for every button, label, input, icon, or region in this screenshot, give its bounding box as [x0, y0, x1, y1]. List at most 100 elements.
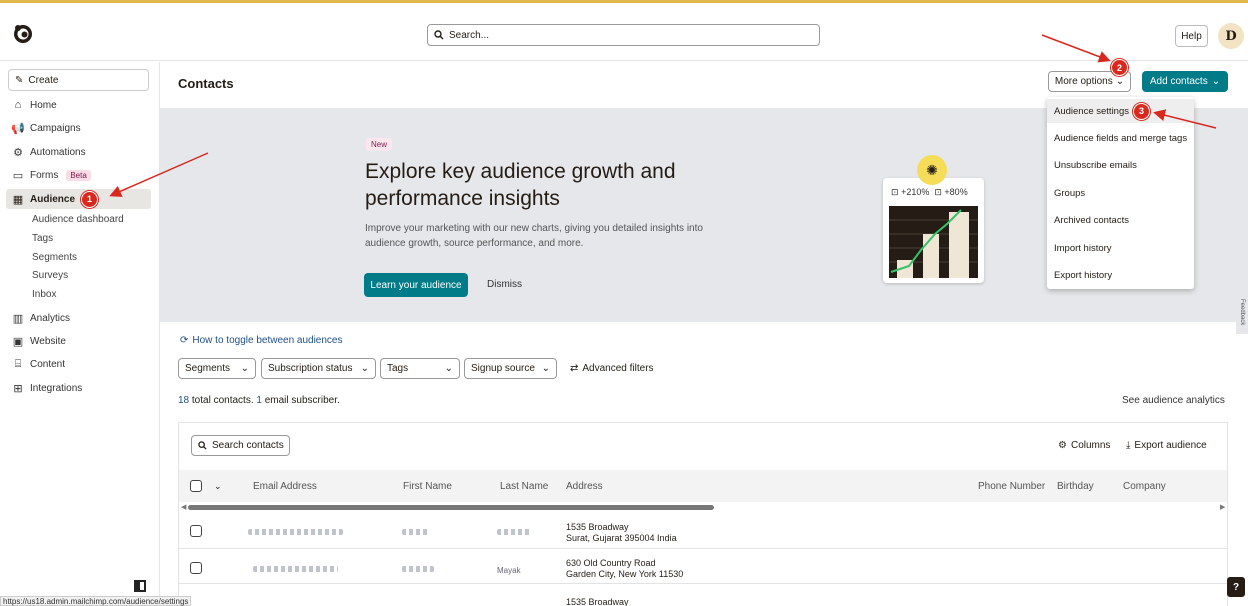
- sidebar-item-label: Audience: [30, 193, 76, 205]
- chevron-down-icon: ⌄: [444, 363, 453, 374]
- global-search-input[interactable]: Search...: [427, 24, 820, 46]
- columns-button[interactable]: ⚙ Columns: [1058, 440, 1110, 451]
- gear-icon: ⚙: [1058, 440, 1067, 451]
- feedback-tab[interactable]: Feedback: [1236, 290, 1248, 334]
- column-header-phone[interactable]: Phone Number: [978, 481, 1045, 492]
- signup-source-filter[interactable]: Signup source ⌄: [464, 358, 557, 379]
- menu-item-archived-contacts[interactable]: Archived contacts: [1047, 208, 1194, 232]
- address-line-2: Garden City, New York 11530: [566, 569, 684, 579]
- beta-badge: Beta: [66, 169, 91, 181]
- sidebar-item-label: Campaigns: [30, 122, 81, 134]
- filter-label: Subscription status: [268, 363, 353, 374]
- promo-stat-1: +210%: [901, 187, 930, 197]
- address-line-1: 630 Old Country Road: [566, 558, 656, 568]
- row-checkbox[interactable]: [190, 562, 202, 574]
- stat-icon: ⊡: [891, 187, 899, 197]
- column-header-first-name[interactable]: First Name: [403, 481, 452, 492]
- advanced-filters-label: Advanced filters: [582, 363, 654, 374]
- sidebar-item-content[interactable]: ⌸ Content: [6, 354, 151, 374]
- sidebar-subitem-inbox[interactable]: Inbox: [32, 289, 56, 300]
- new-pill: New: [366, 138, 393, 151]
- form-icon: ▭: [12, 169, 24, 182]
- growth-burst-icon: ✺: [917, 155, 947, 185]
- columns-label: Columns: [1070, 440, 1111, 451]
- sidebar-item-website[interactable]: ▣ Website: [6, 331, 151, 351]
- select-all-checkbox[interactable]: [190, 480, 202, 492]
- toggle-icon: ⟳: [180, 335, 189, 346]
- sidebar-item-forms[interactable]: ▭ Forms Beta: [6, 165, 151, 185]
- search-icon: [198, 441, 207, 450]
- toggle-audiences-link[interactable]: ⟳ How to toggle between audiences: [180, 335, 343, 346]
- create-button[interactable]: ✎ Create: [8, 69, 149, 91]
- pencil-icon: ✎: [15, 74, 24, 86]
- search-contacts-label: Search contacts: [212, 440, 284, 451]
- address-line-1: 1535 Broadway: [566, 597, 629, 606]
- chevron-down-icon: ⌄: [240, 363, 249, 374]
- sidebar-collapse-icon[interactable]: [134, 580, 146, 592]
- column-header-email[interactable]: Email Address: [253, 481, 317, 492]
- chevron-down-icon: ⌄: [541, 363, 550, 374]
- tags-filter[interactable]: Tags ⌄: [380, 358, 460, 379]
- menu-item-audience-fields[interactable]: Audience fields and merge tags: [1047, 126, 1194, 150]
- sidebar-subitem-tags[interactable]: Tags: [32, 233, 53, 244]
- see-audience-analytics-link[interactable]: See audience analytics: [1122, 395, 1225, 406]
- search-contacts-input[interactable]: Search contacts: [191, 435, 290, 456]
- sidebar-subitem-surveys[interactable]: Surveys: [32, 270, 68, 281]
- chevron-down-icon: ⌄: [1115, 76, 1125, 87]
- menu-item-export-history[interactable]: Export history: [1047, 263, 1194, 287]
- redacted-first-name: [402, 529, 430, 535]
- help-button[interactable]: Help: [1175, 25, 1208, 47]
- sidebar-subitem-segments[interactable]: Segments: [32, 252, 77, 263]
- help-question-button[interactable]: ?: [1227, 577, 1245, 597]
- menu-item-unsubscribe-emails[interactable]: Unsubscribe emails: [1047, 153, 1194, 177]
- menu-item-audience-settings[interactable]: Audience settings 3: [1047, 99, 1194, 123]
- top-bar: Search... Help D: [0, 3, 1248, 61]
- column-header-last-name[interactable]: Last Name: [500, 481, 548, 492]
- advanced-filters-button[interactable]: ⇄ Advanced filters: [570, 363, 654, 374]
- filter-label: Segments: [185, 363, 231, 374]
- swap-icon: ⇄: [570, 363, 579, 374]
- bar-chart-icon: ▥: [12, 312, 24, 325]
- sidebar-item-analytics[interactable]: ▥ Analytics: [6, 308, 151, 328]
- promo-stat-2: +80%: [944, 187, 968, 197]
- avatar[interactable]: D: [1218, 23, 1244, 49]
- more-options-label: More options: [1054, 76, 1113, 87]
- export-label: Export audience: [1134, 440, 1207, 451]
- segments-filter[interactable]: Segments ⌄: [178, 358, 256, 379]
- address-cell: 1535 Broadway: [566, 597, 629, 606]
- row-checkbox[interactable]: [190, 525, 202, 537]
- download-icon: ⤓: [1126, 440, 1131, 451]
- sidebar-item-integrations[interactable]: ⊞ Integrations: [6, 378, 151, 398]
- chevron-down-icon[interactable]: ⌄: [214, 481, 222, 492]
- horizontal-scrollbar[interactable]: [188, 505, 714, 510]
- sidebar-item-label: Analytics: [30, 312, 71, 324]
- menu-item-import-history[interactable]: Import history: [1047, 236, 1194, 260]
- menu-item-groups[interactable]: Groups: [1047, 181, 1194, 205]
- subscription-status-filter[interactable]: Subscription status ⌄: [261, 358, 376, 379]
- sidebar-item-audience[interactable]: ▦ Audience 1: [6, 189, 151, 209]
- annotation-badge-1: 1: [81, 190, 99, 208]
- megaphone-icon: 📢: [11, 122, 25, 135]
- chevron-down-icon: ⌄: [360, 363, 369, 374]
- learn-audience-button[interactable]: Learn your audience: [364, 273, 468, 297]
- export-audience-button[interactable]: ⤓ Export audience: [1126, 440, 1207, 451]
- scroll-right-arrow-icon[interactable]: ▶: [1220, 503, 1225, 511]
- column-header-birthday[interactable]: Birthday: [1057, 481, 1094, 492]
- sidebar-item-automations[interactable]: ⚙ Automations: [6, 142, 151, 162]
- banner-title: Explore key audience growth and performa…: [365, 160, 676, 210]
- scroll-left-arrow-icon[interactable]: ◀: [181, 503, 186, 511]
- sidebar-item-campaigns[interactable]: 📢 Campaigns: [6, 118, 151, 138]
- mailchimp-logo-icon[interactable]: [12, 23, 34, 45]
- column-header-company[interactable]: Company: [1123, 481, 1166, 492]
- add-contacts-button[interactable]: Add contacts ⌄: [1142, 71, 1228, 92]
- column-header-address[interactable]: Address: [566, 481, 603, 492]
- subscriber-text: email subscriber.: [261, 395, 340, 406]
- status-bar-url: https://us18.admin.mailchimp.com/audienc…: [0, 596, 192, 606]
- dismiss-button[interactable]: Dismiss: [487, 279, 522, 290]
- more-options-dropdown: Audience settings 3 Audience fields and …: [1047, 97, 1194, 289]
- address-cell: 630 Old Country Road Garden City, New Yo…: [566, 558, 683, 580]
- grid-icon: ⊞: [13, 382, 23, 395]
- website-icon: ▣: [12, 335, 24, 348]
- sidebar-subitem-audience-dashboard[interactable]: Audience dashboard: [32, 214, 124, 225]
- sidebar-item-home[interactable]: ⌂ Home: [6, 95, 151, 115]
